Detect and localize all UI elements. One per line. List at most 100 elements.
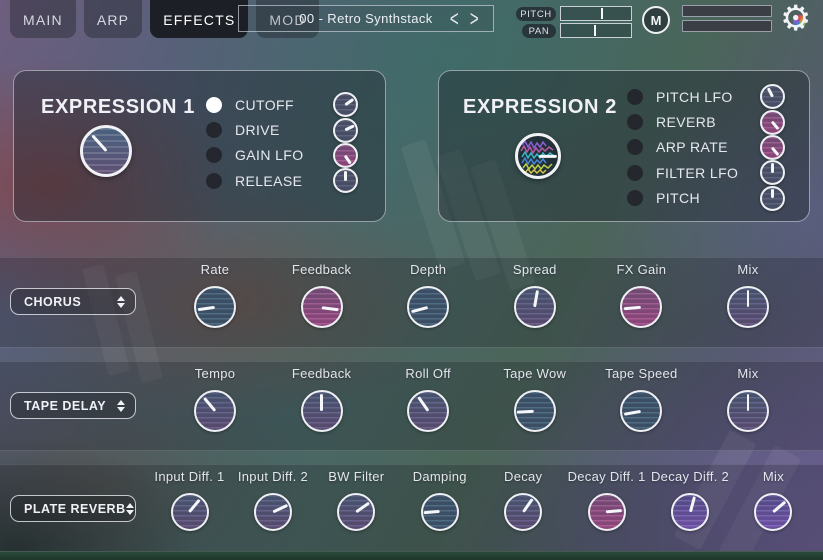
param-knob[interactable] [588,493,626,531]
param-label: FX Gain [616,262,666,277]
expression-target-row: ARP RATE [627,135,785,160]
param-knob[interactable] [620,390,662,432]
effect-selector-tape-delay[interactable]: TAPE DELAY [10,392,136,419]
target-label: PITCH LFO [656,89,733,105]
target-radio[interactable] [627,165,643,181]
expression-2-panel: EXPRESSION 2 PITCH LFOREVERBARP RATEFILT… [438,70,810,222]
param-knob[interactable] [514,390,556,432]
param-knob[interactable] [504,493,542,531]
param-column: Feedback [272,362,372,450]
knob-pointer [624,306,642,310]
expression-2-main-knob[interactable] [515,133,561,179]
param-knob[interactable] [254,493,292,531]
param-column: Mix [698,362,798,450]
target-radio[interactable] [627,114,643,130]
param-knob[interactable] [671,493,709,531]
knob-pointer [356,502,370,513]
param-label: Mix [763,469,784,484]
preset-next-icon[interactable]: > [470,7,479,32]
target-radio[interactable] [627,190,643,206]
mute-button[interactable]: M [642,6,670,34]
param-knob[interactable] [727,286,769,328]
effect-selector-plate-reverb[interactable]: PLATE REVERB [10,495,136,522]
param-knob[interactable] [171,493,209,531]
knob-pointer [417,396,429,412]
target-knob[interactable] [760,84,785,109]
param-column: Rate [165,258,265,347]
preset-prev-icon[interactable]: < [450,7,459,32]
param-knob[interactable] [620,286,662,328]
fx-row-chorus: CHORUS RateFeedbackDepthSpreadFX GainMix [0,257,823,348]
param-label: Decay Diff. 1 [568,469,646,484]
param-knob[interactable] [421,493,459,531]
pitch-slider[interactable] [560,6,632,21]
param-label: Feedback [292,366,352,381]
expression-1-main-knob[interactable] [80,125,132,177]
param-column: Mix [732,465,815,553]
target-radio[interactable] [627,89,643,105]
param-label: Input Diff. 1 [154,469,224,484]
target-knob[interactable] [760,186,785,211]
param-knob[interactable] [301,390,343,432]
param-label: Rate [201,262,230,277]
target-radio[interactable] [206,122,222,138]
param-label: Feedback [292,262,352,277]
knob-pointer [772,147,780,156]
param-knob[interactable] [301,286,343,328]
target-knob[interactable] [760,135,785,160]
param-knob[interactable] [727,390,769,432]
settings-button[interactable]: ⚙ [780,0,818,42]
target-knob[interactable] [333,168,358,193]
target-label: DRIVE [235,122,280,138]
target-label: FILTER LFO [656,165,738,181]
expression-target-row: PITCH LFO [627,84,785,109]
target-radio[interactable] [206,173,222,189]
knob-pointer [689,497,696,513]
pan-slider[interactable] [560,23,632,38]
param-column: Damping [398,465,481,553]
knob-pointer [771,163,774,173]
target-knob[interactable] [760,110,785,135]
target-label: ARP RATE [656,139,728,155]
param-label: Tape Speed [605,366,677,381]
param-label: Tape Wow [503,366,566,381]
param-label: Mix [737,366,758,381]
knob-pointer [624,410,642,416]
tab-main[interactable]: MAIN [10,0,76,38]
param-knob[interactable] [337,493,375,531]
target-knob[interactable] [333,118,358,143]
meter-bottom [682,20,772,32]
preset-selector[interactable]: 00 - Retro Synthstack < > [238,5,494,32]
gear-icon: ⚙ [780,0,811,40]
knob-pointer [91,134,107,152]
param-label: Decay [504,469,542,484]
param-knob[interactable] [407,390,449,432]
param-column: Decay [482,465,565,553]
effect-selector-chorus[interactable]: CHORUS [10,288,136,315]
expression-target-row: FILTER LFO [627,160,785,185]
param-knob[interactable] [194,390,236,432]
expression-target-row: PITCH [627,186,785,211]
target-knob[interactable] [333,143,358,168]
param-label: Decay Diff. 2 [651,469,729,484]
header-bar: MAINARPEFFECTSMOD 00 - Retro Synthstack … [0,0,823,45]
target-radio[interactable] [206,97,222,113]
chorus-params: RateFeedbackDepthSpreadFX GainMix [165,258,798,347]
tab-arp[interactable]: ARP [84,0,142,38]
target-knob[interactable] [760,160,785,185]
param-column: Tape Speed [591,362,691,450]
param-knob[interactable] [514,286,556,328]
param-knob[interactable] [407,286,449,328]
target-radio[interactable] [627,139,643,155]
param-column: Input Diff. 1 [148,465,231,553]
param-knob[interactable] [754,493,792,531]
knob-pointer [345,98,354,106]
plate-reverb-params: Input Diff. 1Input Diff. 2BW FilterDampi… [148,465,815,553]
expression-1-title: EXPRESSION 1 [41,96,195,119]
target-knob[interactable] [333,92,358,117]
knob-pointer [773,501,787,513]
param-knob[interactable] [194,286,236,328]
tab-effects[interactable]: EFFECTS [150,0,248,38]
target-radio[interactable] [206,147,222,163]
expression-2-target-list: PITCH LFOREVERBARP RATEFILTER LFOPITCH [627,84,785,211]
